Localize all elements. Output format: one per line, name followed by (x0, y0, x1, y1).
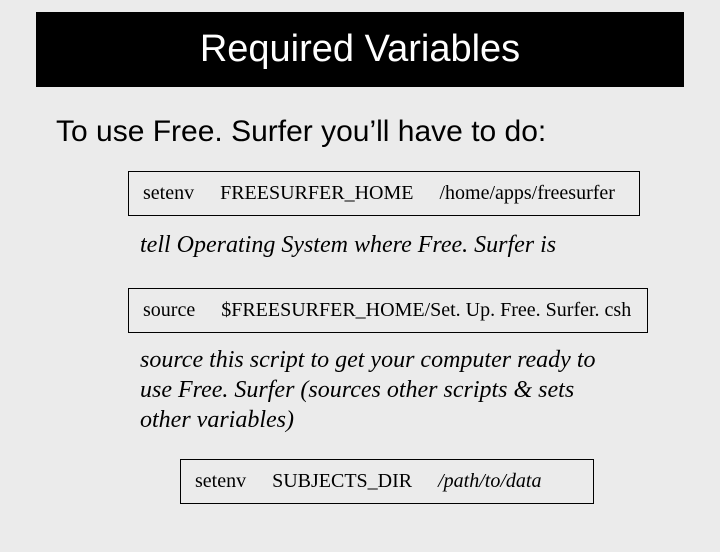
cmd-source: source (143, 299, 195, 322)
var-freesurfer-home: FREESURFER_HOME (220, 182, 413, 205)
subtitle: To use Free. Surfer you’ll have to do: (56, 115, 720, 149)
code-box-subjects-dir: setenv SUBJECTS_DIR /path/to/data (180, 459, 594, 504)
title-bar: Required Variables (36, 12, 684, 87)
caption-os: tell Operating System where Free. Surfer… (140, 230, 600, 260)
val-home-path: /home/apps/freesurfer (439, 182, 614, 205)
caption-source: source this script to get your computer … (140, 345, 600, 435)
val-path-to-data: /path/to/data (438, 470, 541, 493)
cmd-setenv2: setenv (195, 470, 246, 493)
val-source-script: $FREESURFER_HOME/Set. Up. Free. Surfer. … (221, 299, 631, 322)
page-title: Required Variables (200, 28, 520, 70)
code-box-source: source $FREESURFER_HOME/Set. Up. Free. S… (128, 288, 648, 333)
cmd-setenv: setenv (143, 182, 194, 205)
code-box-setenv-home: setenv FREESURFER_HOME /home/apps/freesu… (128, 171, 640, 216)
var-subjects-dir: SUBJECTS_DIR (272, 470, 412, 493)
